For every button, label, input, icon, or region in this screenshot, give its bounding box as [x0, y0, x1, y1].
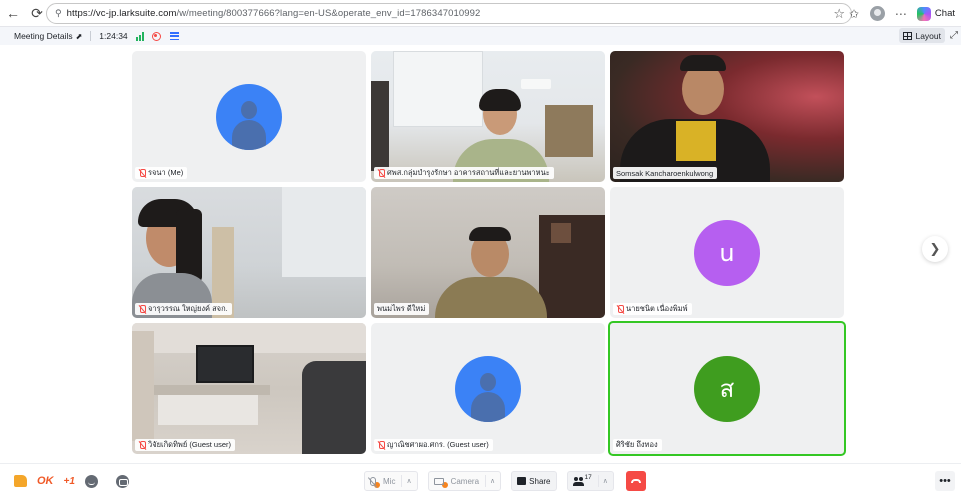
ok-reaction-button[interactable]: OK — [37, 475, 54, 487]
participant-name-tag: รจนา (Me) — [135, 167, 188, 179]
camera-off-icon — [433, 477, 444, 485]
copilot-chat-button[interactable]: Chat — [916, 6, 955, 21]
camera-options-chevron-icon[interactable]: ∧ — [485, 475, 495, 487]
participant-video — [132, 323, 366, 454]
profile-avatar[interactable] — [869, 6, 885, 21]
participant-name-tag: พนมไพร ดีใหม่ — [374, 303, 430, 315]
share-screen-icon — [517, 477, 527, 485]
participant-tile[interactable]: ญาณิชศาผอ.ศกร. (Guest user) — [371, 323, 605, 454]
participant-tile[interactable]: พนมไพร ดีใหม่ — [371, 187, 605, 318]
participants-options-chevron-icon[interactable]: ∧ — [597, 475, 608, 487]
participant-name-tag: จารุวรรณ ใหญ่ยงค์ สจก. — [135, 303, 232, 315]
meeting-info-list-icon[interactable] — [169, 32, 179, 40]
meeting-toolbar: OK +1 Mic ∧ Camera ∧ Share 17 ∧ ••• — [0, 463, 961, 497]
emoji-picker-icon[interactable] — [84, 474, 98, 488]
mic-muted-icon — [138, 440, 146, 450]
fullscreen-icon[interactable]: ⤢ — [950, 30, 958, 41]
mic-button[interactable]: Mic ∧ — [364, 471, 418, 491]
layout-button[interactable]: Layout — [899, 28, 945, 43]
participant-video — [132, 187, 366, 318]
participant-video — [371, 51, 605, 182]
favorites-icon[interactable]: ✩ — [846, 6, 862, 22]
browser-toolbar: ← ⟳ ⚲ https://vc-jp.larksuite.com/w/meet… — [0, 0, 961, 27]
participant-video — [610, 51, 844, 182]
external-link-icon: ⬈ — [75, 31, 83, 41]
site-info-icon[interactable]: ⚲ — [55, 8, 62, 19]
meeting-header: Meeting Details ⬈ 1:24:34 Layout ⤢ — [0, 27, 961, 45]
camera-button[interactable]: Camera ∧ — [427, 471, 502, 491]
letter-avatar: ส — [694, 355, 760, 422]
copilot-icon — [916, 6, 931, 21]
participant-tile[interactable]: ศพส.กลุ่มบำรุงรักษา อาคารสถานที่และยานพา… — [371, 51, 605, 182]
participant-tile[interactable]: วิจัยเกิดทิพย์ (Guest user) — [132, 323, 366, 454]
next-page-arrow-icon[interactable]: ❯ — [922, 236, 948, 262]
elapsed-time: 1:24:34 — [99, 31, 128, 41]
participant-name-tag: Somsak Kancharoenkulwong — [613, 167, 718, 179]
participant-tile[interactable]: รจนา (Me) — [132, 51, 366, 182]
divider — [90, 31, 92, 41]
mic-muted-icon — [377, 168, 385, 178]
network-signal-icon[interactable] — [135, 31, 144, 41]
meeting-details-button[interactable]: Meeting Details ⬈ — [14, 31, 82, 41]
mic-off-icon — [370, 476, 376, 486]
participant-tile[interactable]: u นายชนิต เนื่องพิมพ์ — [610, 187, 844, 318]
participant-name-tag: วิจัยเกิดทิพย์ (Guest user) — [135, 439, 236, 451]
mic-muted-icon — [616, 304, 624, 314]
participants-button[interactable]: 17 ∧ — [566, 471, 614, 491]
hang-up-icon — [630, 479, 641, 483]
participant-tile[interactable]: จารุวรรณ ใหญ่ยงค์ สจก. — [132, 187, 366, 318]
participant-video — [371, 187, 605, 318]
mic-muted-icon — [138, 168, 146, 178]
participant-name-tag: ศิริชัย ถึงทอง — [613, 439, 662, 451]
default-avatar — [455, 355, 521, 422]
video-grid: รจนา (Me) ศพส.กลุ่มบำรุงรักษา อาคารสถานท… — [8, 45, 952, 463]
url-text: https://vc-jp.larksuite.com/w/meeting/80… — [66, 8, 481, 19]
mic-options-chevron-icon[interactable]: ∧ — [401, 475, 412, 487]
participant-count: 17 — [584, 473, 592, 481]
recording-icon[interactable] — [151, 31, 161, 41]
comment-icon[interactable] — [115, 474, 129, 488]
bookmark-star-icon[interactable]: ☆ — [833, 6, 845, 22]
participant-name-tag: นายชนิต เนื่องพิมพ์ — [613, 303, 692, 315]
mic-muted-icon — [138, 304, 146, 314]
active-speaker-tile[interactable]: ส ศิริชัย ถึงทอง — [608, 321, 846, 456]
back-icon[interactable]: ← — [2, 2, 24, 24]
participant-name-tag: ศพส.กลุ่มบำรุงรักษา อาคารสถานที่และยานพา… — [374, 167, 554, 179]
thumbs-up-reaction-icon[interactable] — [14, 475, 27, 487]
address-bar[interactable]: ⚲ https://vc-jp.larksuite.com/w/meeting/… — [46, 3, 852, 24]
share-button[interactable]: Share — [511, 471, 557, 491]
mic-muted-icon — [377, 440, 385, 450]
leave-meeting-button[interactable] — [625, 471, 646, 491]
participant-tile[interactable]: Somsak Kancharoenkulwong — [610, 51, 844, 182]
reload-icon[interactable]: ⟳ — [26, 2, 48, 24]
grid-layout-icon — [903, 31, 913, 40]
default-avatar — [216, 83, 282, 150]
plus-one-reaction-button[interactable]: +1 — [64, 476, 75, 487]
participants-icon — [572, 476, 584, 486]
more-menu-icon[interactable]: ⋯ — [893, 6, 909, 22]
letter-avatar: u — [694, 219, 760, 286]
participant-name-tag: ญาณิชศาผอ.ศกร. (Guest user) — [374, 439, 493, 451]
more-options-icon[interactable]: ••• — [935, 471, 955, 491]
